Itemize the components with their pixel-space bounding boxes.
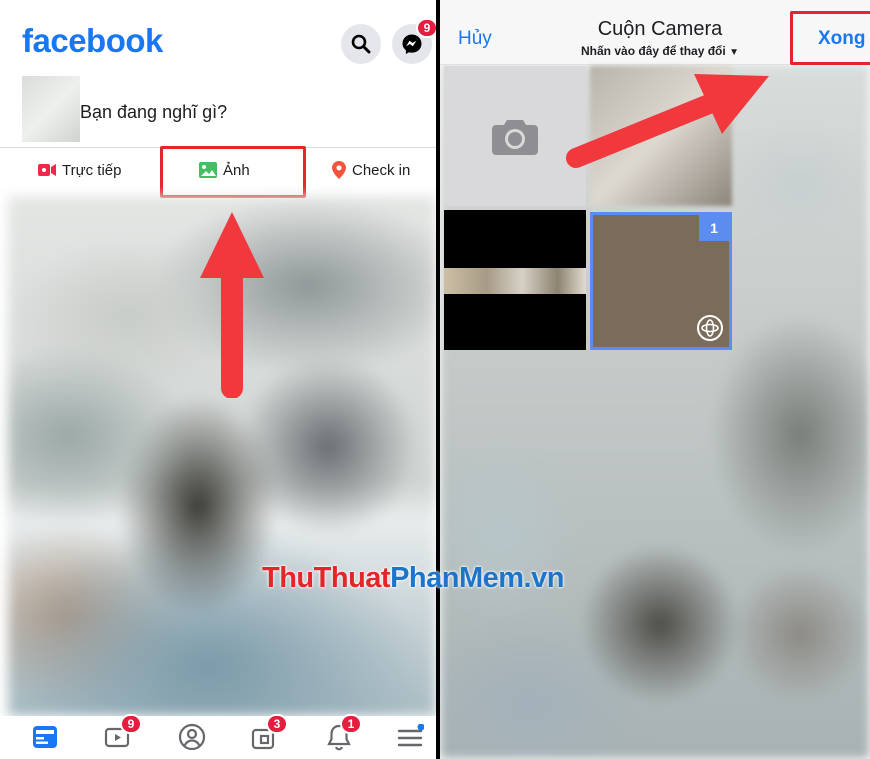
cancel-button[interactable]: Hủy	[458, 28, 492, 50]
search-button[interactable]	[341, 24, 381, 64]
home-feed-icon	[33, 726, 57, 748]
album-subtitle[interactable]: Nhấn vào đây để thay đổi ▼	[560, 44, 760, 58]
menu-icon	[397, 724, 424, 747]
checkin-button[interactable]: Check in	[332, 148, 410, 192]
facebook-feed-screen: facebook 9 Bạn đang nghĩ gì? Trực tiếp Ả…	[0, 0, 436, 759]
tab-notifications[interactable]: 1	[324, 714, 362, 752]
groups-badge: 3	[266, 714, 288, 734]
avatar	[22, 76, 80, 142]
diagonal-arrow-annotation	[566, 74, 769, 168]
notifications-badge: 1	[340, 714, 362, 734]
profile-icon	[178, 723, 206, 751]
facebook-logo: facebook	[22, 22, 163, 59]
selected-photo-thumbnail[interactable]: 1	[590, 212, 732, 350]
tab-profile[interactable]	[177, 722, 207, 752]
video-preview-strip	[444, 268, 586, 294]
live-label: Trực tiếp	[62, 161, 122, 179]
caret-down-icon: ▼	[729, 47, 739, 58]
messenger-badge: 9	[416, 18, 436, 38]
camera-roll-screen: Hủy Cuộn Camera Nhấn vào đây để thay đổi…	[440, 0, 870, 759]
panorama-360-icon	[697, 315, 723, 341]
live-button[interactable]: Trực tiếp	[38, 148, 122, 192]
checkin-label: Check in	[352, 161, 411, 179]
done-highlight-box	[790, 11, 870, 65]
post-composer[interactable]: Bạn đang nghĩ gì?	[0, 76, 436, 146]
selection-number-badge: 1	[699, 215, 729, 241]
watch-badge: 9	[120, 714, 142, 734]
site-watermark: ThuThuatPhanMem.vn	[262, 562, 564, 595]
tab-menu[interactable]	[395, 722, 425, 752]
watermark-part1: ThuThuat	[262, 562, 391, 594]
watermark-part2: PhanMem.vn	[390, 562, 564, 594]
messenger-button[interactable]: 9	[392, 18, 436, 64]
album-subtitle-text: Nhấn vào đây để thay đổi	[581, 44, 726, 58]
album-title[interactable]: Cuộn Camera	[580, 18, 740, 41]
video-thumbnail[interactable]	[444, 210, 586, 350]
location-pin-icon	[332, 161, 346, 179]
tab-home[interactable]	[30, 722, 60, 752]
composer-placeholder[interactable]: Bạn đang nghĩ gì?	[80, 102, 227, 123]
search-icon	[351, 34, 371, 54]
live-video-icon	[38, 163, 56, 177]
bottom-tab-bar: 9 3 1	[0, 714, 436, 759]
camera-icon	[492, 120, 538, 155]
tab-groups[interactable]: 3	[250, 714, 288, 752]
up-arrow-annotation	[200, 212, 264, 398]
tab-watch[interactable]: 9	[103, 714, 142, 752]
photo-highlight-box	[160, 146, 306, 198]
